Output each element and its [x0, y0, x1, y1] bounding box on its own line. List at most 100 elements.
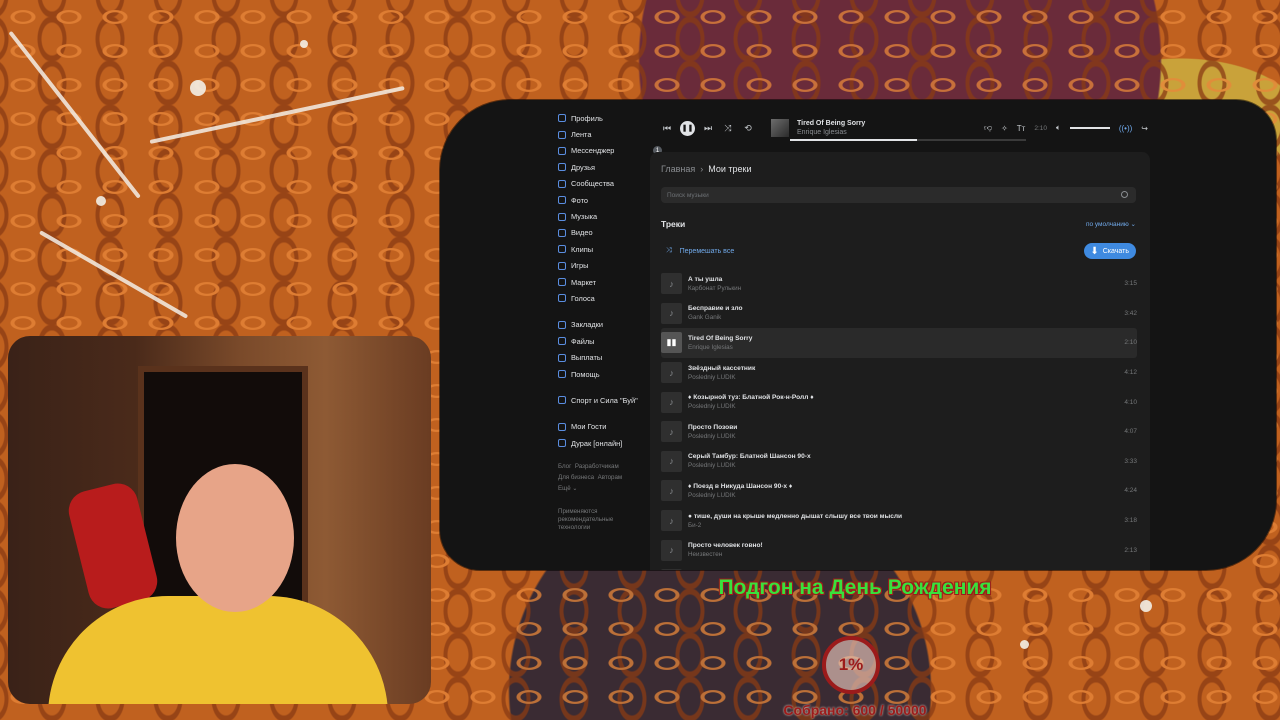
track-row[interactable]: ♪ А ты ушла Карбонат Рулькин 3:15 — [661, 269, 1137, 299]
track-title: Просто человек говно! — [688, 542, 763, 550]
track-artist[interactable]: Би-2 — [688, 521, 902, 530]
footer-link[interactable]: Разработчикам — [575, 463, 619, 470]
sidebar-item-label: Лента — [571, 130, 592, 140]
track-row[interactable]: ♪ Просто Позови Posledniy LUDIK 4:07 — [661, 417, 1137, 447]
sidebar-item[interactable]: Спорт и Сила "Буй" — [558, 392, 658, 408]
nav-icon — [558, 114, 566, 123]
music-note-icon[interactable]: ♪ — [661, 450, 682, 472]
nav-icon — [558, 228, 566, 237]
sidebar-item-label: Спорт и Сила "Буй" — [571, 395, 638, 405]
sidebar-item[interactable]: Клипы — [558, 241, 658, 257]
track-duration: 3:42 — [1124, 309, 1137, 317]
track-artist[interactable]: Gank Ganik — [688, 313, 742, 322]
music-note-icon[interactable]: ♪ — [661, 569, 682, 570]
shuffle-icon[interactable]: ⤨ — [721, 121, 735, 135]
footer-link[interactable]: Блог — [558, 463, 571, 470]
music-note-icon[interactable]: ♪ — [661, 510, 682, 532]
sidebar-item[interactable]: Голоса — [558, 290, 658, 306]
equalizer-icon[interactable]: ▮▮ — [661, 332, 682, 354]
sidebar-item[interactable]: Музыка — [558, 208, 658, 224]
music-note-icon[interactable]: ♪ — [661, 480, 682, 502]
breadcrumb-home[interactable]: Главная — [661, 164, 695, 174]
track-row[interactable]: ♪ ♦ Козырной туз: Блатной Рок-н-Ролл ♦ Pos… — [661, 387, 1137, 417]
sidebar-item[interactable]: Лента — [558, 126, 658, 142]
music-note-icon[interactable]: ♪ — [661, 421, 682, 443]
nav-icon — [558, 179, 566, 188]
nav-icon — [558, 337, 566, 346]
paint-splat — [96, 196, 106, 206]
nav-icon — [558, 130, 566, 139]
sidebar-item[interactable]: Профиль — [558, 110, 658, 126]
paint-splat — [190, 80, 206, 96]
track-artist[interactable]: Posledniy LUDIK — [688, 373, 755, 382]
music-content: Главная › Мои треки Поиск музыки Треки п… — [650, 152, 1150, 570]
sidebar-item[interactable]: Помощь — [558, 366, 658, 382]
sparkle-icon[interactable]: ✧ — [1001, 124, 1008, 133]
track-row[interactable]: ♪ Серый Тамбур: Блатной Шансон 90-х Posled… — [661, 447, 1137, 477]
volume-icon[interactable]: 🔈︎ — [1056, 123, 1061, 133]
track-artist[interactable]: Posledniy LUDIK — [688, 461, 811, 470]
music-note-icon[interactable]: ♪ — [661, 391, 682, 413]
time-elapsed: 2:10 — [1034, 124, 1048, 132]
track-row[interactable]: ♪ Бесправие и зло Gank Ganik 3:42 — [661, 299, 1137, 329]
donation-collected: Собрано: 600 / 50000 — [783, 702, 927, 718]
sidebar-item[interactable]: Сообщества — [558, 176, 658, 192]
repeat-icon[interactable]: ⟲ — [741, 121, 755, 135]
sidebar-item[interactable]: Выплаты — [558, 349, 658, 365]
footer-more[interactable]: Ещё ⌄ — [558, 485, 578, 492]
now-playing[interactable]: Tired Of Being Sorry Enrique Iglesias — [797, 119, 959, 137]
lyrics-icon[interactable]: Тт — [1017, 124, 1026, 133]
breadcrumb-current: Мои треки — [708, 164, 752, 174]
sidebar-item[interactable]: Файлы — [558, 333, 658, 349]
music-note-icon[interactable]: ♪ — [661, 273, 682, 295]
sidebar-item[interactable]: Друзья — [558, 159, 658, 175]
sidebar-item-label: Мои Гости — [571, 422, 607, 432]
volume-slider[interactable] — [1069, 127, 1110, 129]
sidebar-item-label: Файлы — [571, 336, 595, 346]
search-icon[interactable] — [1121, 191, 1128, 198]
progress-bar[interactable] — [790, 139, 1026, 141]
track-artist[interactable]: Posledniy LUDIK — [688, 402, 814, 411]
share-icon[interactable]: ↪ — [1141, 124, 1148, 133]
music-note-icon[interactable]: ♪ — [661, 302, 682, 324]
track-duration: 3:15 — [1124, 280, 1137, 288]
sidebar-item[interactable]: Мессенджер 1 — [558, 143, 662, 159]
music-note-icon[interactable]: ♪ — [661, 539, 682, 561]
music-note-icon[interactable]: ♪ — [661, 362, 682, 384]
sidebar-item[interactable]: Закладки3 — [558, 317, 662, 333]
track-row[interactable]: ♪ Просто человек говно! Неизвестен 2:13 — [661, 535, 1137, 565]
download-button[interactable]: ⬇ Скачать — [1084, 243, 1136, 259]
track-row[interactable]: ♪ Звёздный кассетник Posledniy LUDIK 4:12 — [661, 358, 1137, 388]
dislike-icon[interactable]: 👎︎ — [984, 123, 992, 133]
track-row[interactable]: ♪Я не буду ждать тебя [Я не стану ждать … — [661, 565, 1137, 570]
track-row[interactable]: ♪ ● тише, души на крыше медленно дышат сл… — [661, 506, 1137, 536]
track-title: Серый Тамбур: Блатной Шансон 90-х — [688, 453, 811, 461]
track-artist[interactable]: Неизвестен — [688, 550, 763, 559]
sidebar-item[interactable]: Фото — [558, 192, 658, 208]
broadcast-icon[interactable]: ((•)) — [1119, 124, 1132, 133]
track-artist[interactable]: Enrique Iglesias — [688, 343, 752, 352]
webcam-person-shirt — [48, 596, 388, 704]
pause-button[interactable]: ❚❚ — [680, 120, 695, 136]
nav-icon — [558, 439, 566, 448]
shuffle-all-button[interactable]: ⤨ Перемешать все — [666, 247, 734, 255]
sidebar-item[interactable]: Игры2 — [558, 258, 662, 274]
next-icon[interactable]: ⏭ — [701, 121, 715, 135]
sidebar-item[interactable]: Дурак [онлайн] — [558, 435, 658, 451]
track-artist[interactable]: Posledniy LUDIK — [688, 491, 792, 500]
footer-link[interactable]: Для бизнеса — [558, 474, 594, 481]
breadcrumb: Главная › Мои треки — [661, 164, 752, 174]
search-input[interactable]: Поиск музыки — [661, 187, 1136, 203]
sort-dropdown[interactable]: по умолчанию ⌄ — [1086, 220, 1136, 228]
sidebar-item[interactable]: Мои Гости — [558, 419, 658, 435]
previous-icon[interactable]: ⏮ — [660, 121, 674, 135]
track-row[interactable]: ▮▮ Tired Of Being Sorry Enrique Iglesias 2:… — [661, 328, 1137, 358]
track-duration: 3:33 — [1124, 457, 1137, 465]
sidebar-item[interactable]: Маркет — [558, 274, 658, 290]
track-row[interactable]: ♪ ♦ Поезд в Никуда Шансон 90-х ♦ Posledniy… — [661, 476, 1137, 506]
track-artist[interactable]: Posledniy LUDIK — [688, 432, 737, 441]
footer-link[interactable]: Авторам — [598, 474, 623, 481]
track-artist[interactable]: Карбонат Рулькин — [688, 284, 741, 293]
sidebar-item[interactable]: Видео — [558, 225, 658, 241]
track-duration: 3:18 — [1124, 517, 1137, 525]
